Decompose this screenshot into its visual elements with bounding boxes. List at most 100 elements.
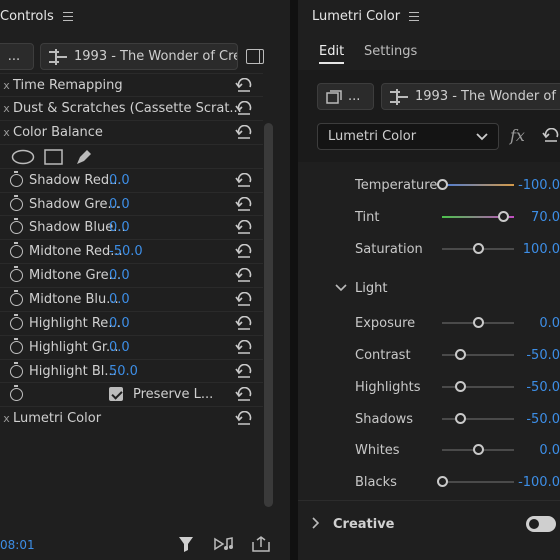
reset-icon[interactable] <box>235 220 253 234</box>
panel-title[interactable]: Lumetri Color <box>312 9 400 24</box>
param-value[interactable]: 0.0 <box>109 316 130 331</box>
filter-icon[interactable] <box>178 536 194 552</box>
slider-value[interactable]: -50.0 <box>526 380 560 395</box>
reset-icon[interactable] <box>235 411 253 425</box>
collapse-toggle-icon[interactable]: x <box>0 79 13 92</box>
reset-icon[interactable] <box>235 268 253 282</box>
panel-menu-icon[interactable] <box>62 12 73 21</box>
stopwatch-icon[interactable] <box>10 218 23 234</box>
slider-track[interactable] <box>442 481 514 483</box>
effect-name: Color Balance <box>13 124 103 140</box>
effect-select[interactable]: Lumetri Color <box>317 123 499 150</box>
reset-icon[interactable] <box>235 387 253 401</box>
reset-icon[interactable] <box>235 101 253 115</box>
slider-row: Exposure 0.0 <box>298 307 560 339</box>
collapse-toggle-icon[interactable]: x <box>0 412 13 425</box>
light-section-header[interactable]: Light <box>298 272 560 304</box>
slider-value[interactable]: 70.0 <box>531 210 560 225</box>
stopwatch-icon[interactable] <box>10 385 23 401</box>
param-value[interactable]: 0.0 <box>109 268 130 283</box>
ellipse-mask-icon[interactable] <box>11 149 35 165</box>
timecode-display[interactable]: 08:01 <box>0 538 35 552</box>
panel-menu-icon[interactable] <box>409 12 420 21</box>
audio-only-icon[interactable] <box>214 536 234 552</box>
sequence-icon <box>49 48 67 65</box>
slider-handle[interactable] <box>455 413 466 424</box>
reset-icon[interactable] <box>235 316 253 330</box>
sequence-clip-button[interactable]: 1993 - The Wonder of C... <box>381 83 560 110</box>
collapse-toggle-icon[interactable]: x <box>0 126 13 139</box>
param-value[interactable]: -50.0 <box>109 244 143 259</box>
panel-title[interactable]: Controls <box>0 9 54 24</box>
stopwatch-icon[interactable] <box>10 290 23 306</box>
reset-icon[interactable] <box>235 292 253 306</box>
stopwatch-icon[interactable] <box>10 242 23 258</box>
slider-handle[interactable] <box>455 381 466 392</box>
slider-track[interactable] <box>442 354 514 356</box>
slider-track[interactable] <box>442 184 514 186</box>
toggle-timeline-icon[interactable] <box>246 49 264 64</box>
param-value[interactable]: 50.0 <box>109 364 138 379</box>
reset-icon[interactable] <box>235 244 253 258</box>
slider-value[interactable]: 100.0 <box>523 242 560 257</box>
creative-toggle[interactable] <box>526 516 556 532</box>
effect-param-row: Highlight Bl... 50.0 <box>0 359 263 382</box>
collapse-toggle-icon[interactable]: x <box>0 102 13 115</box>
stopwatch-icon[interactable] <box>10 266 23 282</box>
preserve-luminosity-row: Preserve L... <box>0 382 263 405</box>
param-value[interactable]: 0.0 <box>109 173 130 188</box>
effect-param-row: Highlight Re... 0.0 <box>0 311 263 334</box>
source-clip-button[interactable]: ... <box>0 43 34 70</box>
export-icon[interactable] <box>252 536 270 552</box>
stopwatch-icon[interactable] <box>10 314 23 330</box>
reset-icon[interactable] <box>235 197 253 211</box>
reset-icon[interactable] <box>235 173 253 187</box>
tab-edit[interactable]: Edit <box>319 44 345 64</box>
effect-section-row: x Lumetri Color <box>0 406 263 429</box>
param-value[interactable]: 0.0 <box>109 340 130 355</box>
effect-section-row: x Time Remapping <box>0 73 263 96</box>
stopwatch-icon[interactable] <box>10 362 23 378</box>
rectangle-mask-icon[interactable] <box>44 149 64 165</box>
slider-value[interactable]: -50.0 <box>526 348 560 363</box>
slider-handle[interactable] <box>455 349 466 360</box>
scrollbar[interactable] <box>264 123 273 507</box>
slider-handle[interactable] <box>473 444 484 455</box>
tab-settings[interactable]: Settings <box>364 44 417 59</box>
slider-label: Saturation <box>355 241 423 257</box>
param-value[interactable]: 0.0 <box>109 292 130 307</box>
source-clip-button[interactable]: ... <box>317 83 374 110</box>
effect-select-value: Lumetri Color <box>328 129 417 144</box>
reset-icon[interactable] <box>542 128 560 142</box>
reset-icon[interactable] <box>235 78 253 92</box>
slider-track[interactable] <box>442 386 514 388</box>
slider-handle[interactable] <box>473 243 484 254</box>
param-label: Shadow Gre... <box>29 196 120 212</box>
creative-section[interactable]: Creative <box>298 500 560 545</box>
reset-icon[interactable] <box>235 340 253 354</box>
slider-handle[interactable] <box>473 317 484 328</box>
slider-track[interactable] <box>442 418 514 420</box>
pen-mask-icon[interactable] <box>75 148 93 166</box>
slider-handle[interactable] <box>437 476 448 487</box>
reset-icon[interactable] <box>235 364 253 378</box>
param-label: Midtone Blu... <box>29 291 119 307</box>
stopwatch-icon[interactable] <box>10 195 23 211</box>
slider-handle[interactable] <box>498 211 510 222</box>
fx-toggle[interactable]: fx <box>510 126 525 145</box>
param-value[interactable]: 0.0 <box>109 197 130 212</box>
stopwatch-icon[interactable] <box>10 338 23 354</box>
param-value[interactable]: 0.0 <box>109 220 130 235</box>
reset-icon[interactable] <box>235 125 253 139</box>
mask-tools-row <box>0 144 263 167</box>
slider-value[interactable]: 0.0 <box>539 316 560 331</box>
stopwatch-icon[interactable] <box>10 171 23 187</box>
slider-value[interactable]: 0.0 <box>539 443 560 458</box>
slider-value[interactable]: -50.0 <box>526 412 560 427</box>
preserve-checkbox[interactable] <box>109 387 123 401</box>
effect-name: Lumetri Color <box>13 410 102 426</box>
slider-handle[interactable] <box>437 179 448 190</box>
sequence-clip-button[interactable]: 1993 - The Wonder of Cre... <box>40 43 238 70</box>
slider-value[interactable]: -100.0 <box>518 475 560 490</box>
slider-value[interactable]: -100.0 <box>518 178 560 193</box>
